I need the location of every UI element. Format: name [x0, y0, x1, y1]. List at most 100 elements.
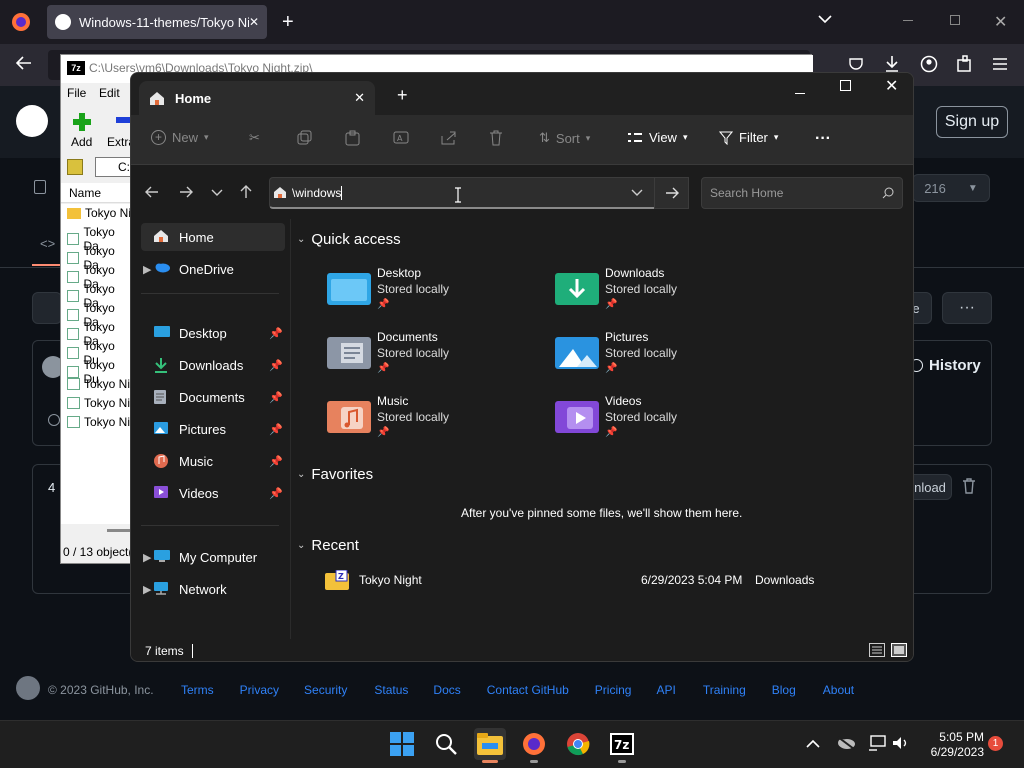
footer-link-docs[interactable]: Docs	[433, 683, 460, 697]
7zip-menu-edit[interactable]: Edit	[99, 86, 120, 100]
list-item[interactable]: Tokyo Ni	[67, 415, 130, 429]
paste-icon[interactable]	[345, 130, 360, 146]
footer-link-pricing[interactable]: Pricing	[595, 683, 632, 697]
recent-header[interactable]: ⌄ Recent	[297, 537, 359, 554]
sort-button[interactable]: ⇅ Sort ▾	[539, 130, 590, 146]
chevron-down-icon[interactable]: ▼	[968, 183, 978, 194]
minimize-icon[interactable]	[795, 93, 805, 94]
download-button[interactable]: nload	[908, 474, 952, 500]
horizontal-scrollbar[interactable]	[107, 529, 131, 532]
firefox-icon[interactable]	[10, 11, 32, 33]
network-icon[interactable]	[868, 735, 886, 751]
footer-link-privacy[interactable]: Privacy	[240, 683, 279, 697]
sidebar-item-documents[interactable]: Documents 📌	[141, 383, 285, 411]
new-explorer-tab-button[interactable]: +	[397, 85, 408, 106]
close-window-icon[interactable]: ✕	[994, 12, 1007, 32]
volume-icon[interactable]	[892, 736, 910, 750]
star-count-button[interactable]: 216 ▼	[912, 174, 990, 202]
new-button[interactable]: + New ▾	[151, 130, 209, 145]
clock[interactable]: 5:05 PM 6/29/2023	[912, 730, 984, 760]
up-folder-icon[interactable]	[67, 159, 83, 175]
new-tab-button[interactable]: +	[282, 11, 294, 34]
footer-link-security[interactable]: Security	[304, 683, 347, 697]
chevron-right-icon[interactable]: ▶	[143, 551, 151, 564]
quick-access-tile-videos[interactable]: Videos Stored locally 📌	[555, 393, 765, 449]
sidebar-item-onedrive[interactable]: ▶ OneDrive	[141, 255, 285, 283]
forward-arrow-icon[interactable]	[179, 186, 193, 198]
address-bar-input[interactable]: \windows	[269, 177, 655, 209]
favorites-header[interactable]: ⌄ Favorites	[297, 466, 373, 483]
view-button[interactable]: View ▾	[627, 130, 687, 145]
github-logo-icon[interactable]	[16, 105, 48, 137]
search-input[interactable]: Search Home	[701, 177, 903, 209]
chrome-icon[interactable]	[562, 728, 594, 760]
sidebar-item-pictures[interactable]: Pictures 📌	[141, 415, 285, 443]
notification-badge[interactable]: 1	[988, 736, 1003, 751]
trash-icon[interactable]	[962, 478, 976, 494]
branch-button[interactable]	[32, 292, 62, 324]
minimize-icon[interactable]	[903, 20, 913, 21]
tab-list-chevron-icon[interactable]	[818, 14, 832, 24]
chevron-down-icon[interactable]: ⌄	[297, 469, 305, 480]
chevron-down-icon[interactable]: ⌄	[297, 540, 305, 551]
rename-icon[interactable]: A	[393, 130, 409, 145]
explorer-tab-home[interactable]: Home ✕	[139, 81, 375, 115]
go-button[interactable]	[654, 177, 689, 209]
chevron-down-icon[interactable]: ⌄	[297, 234, 305, 245]
pocket-icon[interactable]	[848, 56, 864, 72]
footer-link-about[interactable]: About	[823, 683, 854, 697]
add-plus-icon[interactable]	[71, 111, 93, 133]
extensions-icon[interactable]	[956, 55, 974, 73]
quick-access-header[interactable]: ⌄ Quick access	[297, 231, 401, 248]
sidebar-item-home[interactable]: Home	[141, 223, 285, 251]
more-options-button[interactable]: ···	[815, 130, 831, 148]
quick-access-tile-documents[interactable]: Documents Stored locally 📌	[327, 329, 537, 385]
footer-link-contact[interactable]: Contact GitHub	[487, 683, 569, 697]
sidebar-item-desktop[interactable]: Desktop 📌	[141, 319, 285, 347]
list-item[interactable]: Tokyo Ni	[67, 377, 130, 391]
sidebar-item-videos[interactable]: Videos 📌	[141, 479, 285, 507]
github-footer-logo-icon[interactable]	[16, 676, 40, 700]
account-icon[interactable]	[920, 55, 938, 73]
search-icon[interactable]	[430, 728, 462, 760]
restore-icon[interactable]	[950, 15, 960, 25]
file-explorer-window[interactable]: Home ✕ + ✕ + New ▾ ✂ A ⇅ Sort ▾ View ▾ F…	[130, 72, 914, 662]
recent-locations-chevron-icon[interactable]	[211, 189, 223, 197]
recent-file-row[interactable]: Z Tokyo Night 6/29/2023 5:04 PM Download…	[325, 567, 825, 593]
start-icon[interactable]	[386, 728, 418, 760]
footer-link-blog[interactable]: Blog	[772, 683, 796, 697]
sidebar-item-music[interactable]: Music 📌	[141, 447, 285, 475]
address-history-chevron-icon[interactable]	[631, 189, 643, 197]
chevron-right-icon[interactable]: ▶	[143, 583, 151, 596]
browser-tab[interactable]: Windows-11-themes/Tokyo Ni ✕	[47, 5, 267, 39]
quick-access-tile-desktop[interactable]: Desktop Stored locally 📌	[327, 265, 537, 321]
up-arrow-icon[interactable]	[240, 185, 252, 199]
tiles-view-icon[interactable]	[891, 643, 907, 657]
code-icon[interactable]: <>	[40, 236, 55, 251]
more-options-button[interactable]: ···	[942, 292, 992, 324]
quick-access-tile-music[interactable]: Music Stored locally 📌	[327, 393, 537, 449]
menu-icon[interactable]	[992, 57, 1008, 71]
maximize-icon[interactable]	[840, 80, 851, 91]
delete-icon[interactable]	[489, 130, 503, 146]
file-explorer-icon[interactable]	[474, 728, 506, 760]
history-link[interactable]: History	[910, 357, 981, 374]
back-arrow-icon[interactable]	[145, 186, 159, 198]
sidebar-item-my-computer[interactable]: ▶ My Computer	[141, 543, 285, 571]
firefox-icon[interactable]	[518, 728, 550, 760]
7zip-menu-file[interactable]: File	[67, 86, 86, 100]
cut-icon[interactable]: ✂	[249, 130, 260, 146]
footer-link-status[interactable]: Status	[374, 683, 408, 697]
chevron-right-icon[interactable]: ▶	[143, 263, 151, 276]
list-item[interactable]: Tokyo Ni	[67, 206, 131, 220]
sign-up-button[interactable]: Sign up	[936, 106, 1008, 138]
details-view-icon[interactable]	[869, 643, 885, 657]
sidebar-item-network[interactable]: ▶ Network	[141, 575, 285, 603]
tray-chevron-up-icon[interactable]	[806, 739, 820, 748]
downloads-icon[interactable]	[884, 55, 900, 73]
footer-link-terms[interactable]: Terms	[181, 683, 214, 697]
footer-link-api[interactable]: API	[656, 683, 675, 697]
back-arrow-icon[interactable]	[16, 56, 32, 70]
filter-button[interactable]: Filter ▾	[719, 130, 778, 145]
7zip-column-name[interactable]: Name	[61, 183, 131, 203]
